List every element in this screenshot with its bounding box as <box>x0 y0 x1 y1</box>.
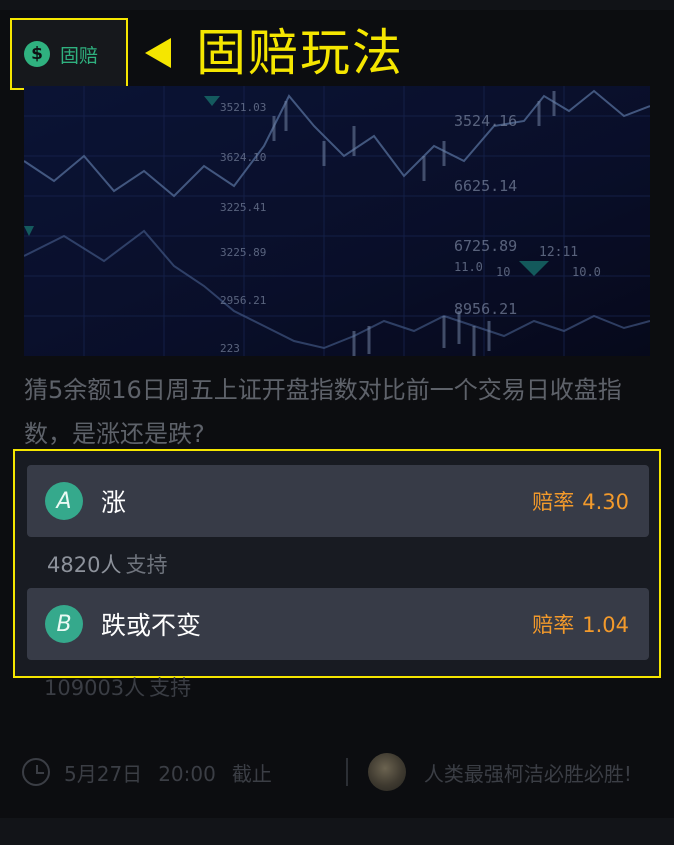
top-strip <box>0 0 674 10</box>
odds-value-b: 1.04 <box>582 613 629 637</box>
footer: 5月27日 20:00 截止 人类最强柯洁必胜必胜! <box>22 752 652 792</box>
odds-label-b: 赔率 <box>532 613 575 637</box>
supporters-count-a: 4820人 <box>47 553 122 577</box>
dollar-icon: $ <box>24 41 50 67</box>
options-panel: A 涨 赔率 4.30 4820人 支持 B 跌或不变 赔率 1.04 <box>13 449 661 678</box>
option-letter-a: A <box>45 482 83 520</box>
option-letter-b: B <box>45 605 83 643</box>
odds-label-a: 赔率 <box>532 490 575 514</box>
badge-label: 固赔 <box>60 44 99 67</box>
option-label-b: 跌或不变 <box>101 611 202 640</box>
option-b[interactable]: B 跌或不变 赔率 1.04 <box>27 588 649 660</box>
supporters-a: 4820人 支持 <box>47 549 167 579</box>
deadline-time: 20:00 <box>158 761 216 786</box>
footer-divider <box>345 758 348 786</box>
question-text: 猜5余额16日周五上证开盘指数对比前一个交易日收盘指数，是涨还是跌? <box>24 376 622 448</box>
supporters-count-b: 109003人 <box>44 676 146 700</box>
play-type-badge[interactable]: $ 固赔 <box>10 18 128 90</box>
annotation-title: 固赔玩法 <box>196 24 404 82</box>
odds-a: 赔率 4.30 <box>532 486 629 516</box>
banner-image: 3521.03 3524.16 6625.14 3624.10 3225.41 … <box>24 86 650 356</box>
bottom-strip <box>0 818 674 845</box>
odds-b: 赔率 1.04 <box>532 609 629 639</box>
avatar[interactable] <box>367 753 406 791</box>
deadline: 5月27日 20:00 截止 <box>64 758 288 787</box>
clock-icon <box>22 758 50 786</box>
banner-dim-overlay <box>24 86 650 356</box>
deadline-suffix: 截止 <box>231 761 272 786</box>
odds-value-a: 4.30 <box>582 490 629 514</box>
supporters-b: 109003人 支持 <box>44 672 191 702</box>
deadline-date: 5月27日 <box>64 761 143 786</box>
left-triangle-icon <box>145 38 171 68</box>
option-a[interactable]: A 涨 赔率 4.30 <box>27 465 649 537</box>
supporters-suffix-b: 支持 <box>149 676 192 700</box>
user-name[interactable]: 人类最强柯洁必胜必胜! <box>424 758 632 787</box>
option-label-a: 涨 <box>101 488 127 517</box>
supporters-suffix-a: 支持 <box>125 553 168 577</box>
